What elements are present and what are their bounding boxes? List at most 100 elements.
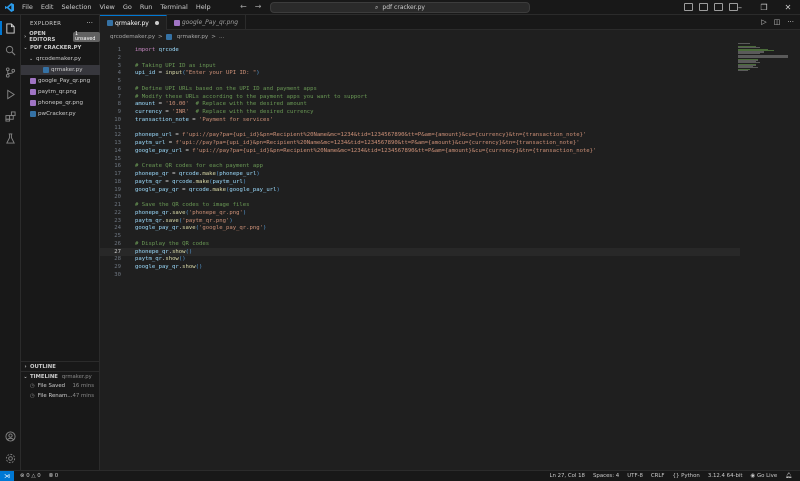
code-text: # Define UPI URLs based on the UPI ID an… xyxy=(135,85,317,92)
tree-item-paytm-qr[interactable]: paytm_qr.png xyxy=(21,87,100,97)
split-editor-icon[interactable]: ◫ xyxy=(774,18,781,26)
extensions-icon[interactable] xyxy=(3,109,17,123)
folder-section[interactable]: ⌄ PDF CRACKER.PY xyxy=(21,43,100,53)
code-editor[interactable]: 1 import qrcode 2 3 # Taking UPI ID as input… xyxy=(100,42,800,470)
code-text: phonepe_qr.show() xyxy=(135,248,193,255)
code-text: currency = 'INR' # Replace with the desi… xyxy=(135,109,314,115)
minimap[interactable] xyxy=(738,42,788,72)
menu-terminal[interactable]: Terminal xyxy=(156,3,191,11)
image-file-icon xyxy=(30,89,36,95)
line-number: 22 xyxy=(114,209,121,216)
breadcrumb: qrcodemaker.py > qrmaker.py > ... xyxy=(100,31,224,42)
code-text: phonepe_url = f'upi://pay?pa={upi_id}&pn… xyxy=(135,132,587,139)
tree-item-pwcracker[interactable]: pwCracker.py xyxy=(21,109,100,119)
menu-view[interactable]: View xyxy=(95,3,118,11)
line-ending[interactable]: CRLF xyxy=(651,473,665,479)
line-number: 8 xyxy=(117,101,121,108)
tree-item-label: paytm_qr.png xyxy=(38,89,77,95)
account-icon[interactable] xyxy=(3,429,17,443)
more-actions-icon[interactable]: ··· xyxy=(787,18,794,26)
language-label: Python xyxy=(681,473,700,479)
toggle-secondary-sidebar-icon[interactable] xyxy=(714,3,723,11)
more-actions-icon[interactable]: ··· xyxy=(86,19,93,27)
line-number: 9 xyxy=(117,109,121,115)
python-file-icon xyxy=(43,67,49,73)
breadcrumb-symbol[interactable]: ... xyxy=(219,34,224,40)
minimize-icon[interactable]: – xyxy=(728,0,752,15)
breadcrumb-folder[interactable]: qrcodemaker.py xyxy=(110,34,155,40)
toggle-primary-sidebar-icon[interactable] xyxy=(684,3,693,11)
nav-arrows: ← → xyxy=(240,2,261,11)
go-live-label: Go Live xyxy=(756,473,778,479)
breadcrumb-file[interactable]: qrmaker.py xyxy=(177,34,209,40)
activity-bar xyxy=(0,15,21,470)
toggle-panel-icon[interactable] xyxy=(699,3,708,11)
timeline-file: qrmaker.py xyxy=(61,373,92,380)
timeline-entry[interactable]: ◷ File Renam... 47 mins xyxy=(21,391,100,401)
menu-go[interactable]: Go xyxy=(119,3,136,11)
notifications-bell-icon[interactable]: 🔔︎ xyxy=(785,473,792,479)
command-center-label: pdf cracker.py xyxy=(382,4,425,11)
remote-window-icon[interactable]: ⋊ xyxy=(0,470,14,481)
menu-selection[interactable]: Selection xyxy=(57,3,95,11)
explorer-icon[interactable] xyxy=(0,21,17,35)
problems-indicator[interactable]: ⊗ 0 △ 0 xyxy=(20,473,41,480)
menu-file[interactable]: File xyxy=(18,3,37,11)
chevron-down-icon: ⌄ xyxy=(23,45,28,51)
timeline-section[interactable]: ⌄ TIMELINE qrmaker.py xyxy=(21,371,100,381)
restore-icon[interactable]: ❐ xyxy=(752,0,776,15)
tab-qrmaker[interactable]: qrmaker.py xyxy=(100,15,167,30)
go-live-button[interactable]: ◉ Go Live xyxy=(751,473,778,479)
search-icon[interactable] xyxy=(3,43,17,57)
forward-arrow-icon[interactable]: → xyxy=(255,2,262,11)
ports-indicator[interactable]: ⦾ 0 xyxy=(49,473,58,480)
back-arrow-icon[interactable]: ← xyxy=(240,2,247,11)
python-file-icon xyxy=(107,20,113,26)
line-number: 11 xyxy=(114,124,121,131)
source-control-icon[interactable] xyxy=(3,65,17,79)
language-mode[interactable]: {} Python xyxy=(673,473,700,479)
close-icon[interactable]: ✕ xyxy=(776,0,800,15)
unsaved-dot-icon[interactable] xyxy=(154,21,159,25)
line-number: 24 xyxy=(114,225,121,232)
code-line[interactable]: 30 xyxy=(100,271,123,279)
run-debug-icon[interactable] xyxy=(3,87,17,101)
menu-run[interactable]: Run xyxy=(136,3,156,11)
settings-gear-icon[interactable] xyxy=(3,451,17,465)
vscode-logo-icon xyxy=(0,0,18,15)
warning-icon: △ xyxy=(31,472,36,479)
image-file-icon xyxy=(30,100,36,106)
status-bar: ⋊ ⊗ 0 △ 0 ⦾ 0 Ln 27, Col 18 Spaces: 4 UT… xyxy=(0,470,800,481)
tree-item-google-pay-qr[interactable]: google_Pay_qr.png xyxy=(21,76,100,86)
tab-google-pay-qr[interactable]: google_Pay_qr.png xyxy=(167,15,247,30)
tree-item-phonepe-qr[interactable]: phonepe_qr.png xyxy=(21,98,100,108)
line-number: 4 xyxy=(117,70,121,77)
menu-edit[interactable]: Edit xyxy=(37,3,58,11)
menu-help[interactable]: Help xyxy=(192,3,215,11)
run-python-icon[interactable]: ▷ xyxy=(761,18,766,26)
indentation[interactable]: Spaces: 4 xyxy=(593,473,619,479)
ports-count: 0 xyxy=(54,472,59,479)
code-line[interactable]: 27 phonepe_qr.show() xyxy=(100,247,740,256)
open-editors-section[interactable]: › OPEN EDITORS 1 unsaved xyxy=(21,31,100,43)
cursor-position[interactable]: Ln 27, Col 18 xyxy=(549,473,585,479)
timeline-entry[interactable]: ◷ File Saved 16 mins xyxy=(21,381,100,391)
open-editors-label: OPEN EDITORS xyxy=(29,31,56,43)
python-file-icon xyxy=(165,33,172,40)
tree-item-qrcodemaker[interactable]: ⌄ qrcodemaker.py xyxy=(21,54,100,64)
line-number: 23 xyxy=(114,217,121,224)
braces-icon: {} xyxy=(672,473,680,479)
command-center[interactable]: ⌕ pdf cracker.py xyxy=(270,2,530,13)
timeline-entry-label: File Renam... xyxy=(37,393,73,399)
python-interpreter[interactable]: 3.12.4 64-bit xyxy=(708,473,743,479)
window-controls: – ❐ ✕ xyxy=(728,0,800,15)
image-file-icon xyxy=(173,19,180,26)
chevron-down-icon: ⌄ xyxy=(29,56,34,62)
outline-section[interactable]: › OUTLINE xyxy=(21,361,100,371)
breadcrumb-separator: > xyxy=(211,33,216,40)
testing-icon[interactable] xyxy=(3,131,17,145)
tree-item-label: google_Pay_qr.png xyxy=(38,78,91,84)
encoding[interactable]: UTF-8 xyxy=(627,473,643,479)
tree-item-qrmaker[interactable]: qrmaker.py xyxy=(21,65,100,75)
line-number: 27 xyxy=(114,248,121,255)
